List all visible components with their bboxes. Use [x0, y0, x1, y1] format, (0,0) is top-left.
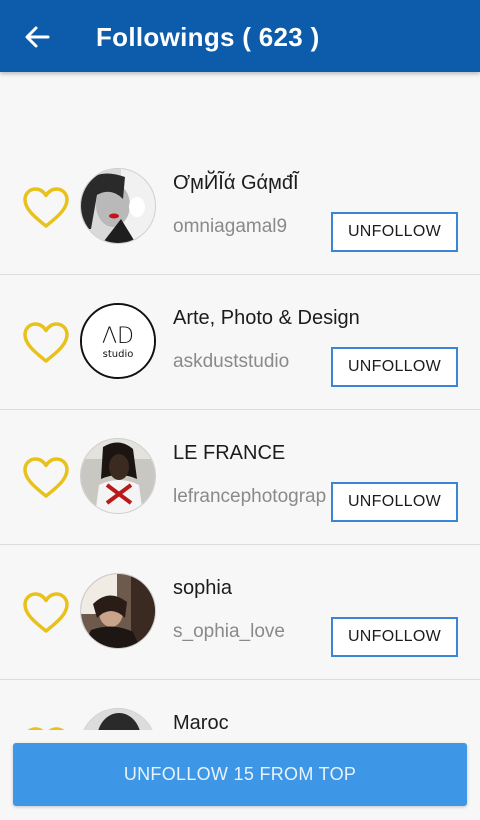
- list-item: Maroc: [0, 680, 480, 730]
- heart-icon[interactable]: [22, 321, 70, 365]
- list-item: sophia s_ophia_love UNFOLLOW: [0, 545, 480, 680]
- account-name: LE FRANCE: [173, 442, 286, 464]
- heart-icon[interactable]: [22, 456, 70, 500]
- avatar[interactable]: [80, 573, 156, 649]
- portrait-photo: [81, 169, 155, 243]
- account-username: omniagamal9: [173, 216, 288, 237]
- heart-icon[interactable]: [22, 591, 70, 635]
- back-button[interactable]: [22, 22, 52, 52]
- portrait-photo: [81, 439, 155, 513]
- ad-studio-logo: ΛD studio: [82, 305, 154, 377]
- unfollow-from-top-button[interactable]: UNFOLLOW 15 FROM TOP: [13, 743, 467, 806]
- page-title: Followings ( 623 ): [96, 22, 320, 52]
- account-username: askduststudio: [173, 351, 290, 372]
- unfollow-button[interactable]: UNFOLLOW: [331, 482, 458, 522]
- account-name: Arte, Photo & Design: [173, 307, 360, 329]
- list-item: ƠϻЙĨά GάϻđĨ omniagamal9 UNFOLLOW: [0, 140, 480, 275]
- list-item: LE FRANCE lefrancephotograp UNFOLLOW: [0, 410, 480, 545]
- heart-icon[interactable]: [22, 726, 70, 730]
- app-bar: Followings ( 623 ): [0, 0, 480, 72]
- avatar[interactable]: [80, 438, 156, 514]
- heart-icon[interactable]: [22, 186, 70, 230]
- portrait-photo: [81, 574, 155, 648]
- avatar[interactable]: [80, 708, 156, 730]
- logo-text: ΛD: [102, 324, 134, 349]
- avatar[interactable]: [80, 168, 156, 244]
- followings-list[interactable]: ƠϻЙĨά GάϻđĨ omniagamal9 UNFOLLOW ΛD stud…: [0, 140, 480, 730]
- portrait-photo: [81, 709, 155, 730]
- account-username: lefrancephotograp: [173, 486, 327, 507]
- arrow-left-icon: [25, 26, 50, 48]
- unfollow-button[interactable]: UNFOLLOW: [331, 617, 458, 657]
- account-name: sophia: [173, 577, 232, 599]
- unfollow-button[interactable]: UNFOLLOW: [331, 212, 458, 252]
- account-name: ƠϻЙĨά GάϻđĨ: [173, 172, 299, 194]
- account-name: Maroc: [173, 712, 229, 730]
- list-item: ΛD studio Arte, Photo & Design askdustst…: [0, 275, 480, 410]
- unfollow-button[interactable]: UNFOLLOW: [331, 347, 458, 387]
- logo-subtext: studio: [103, 349, 134, 360]
- avatar[interactable]: ΛD studio: [80, 303, 156, 379]
- account-username: s_ophia_love: [173, 621, 285, 642]
